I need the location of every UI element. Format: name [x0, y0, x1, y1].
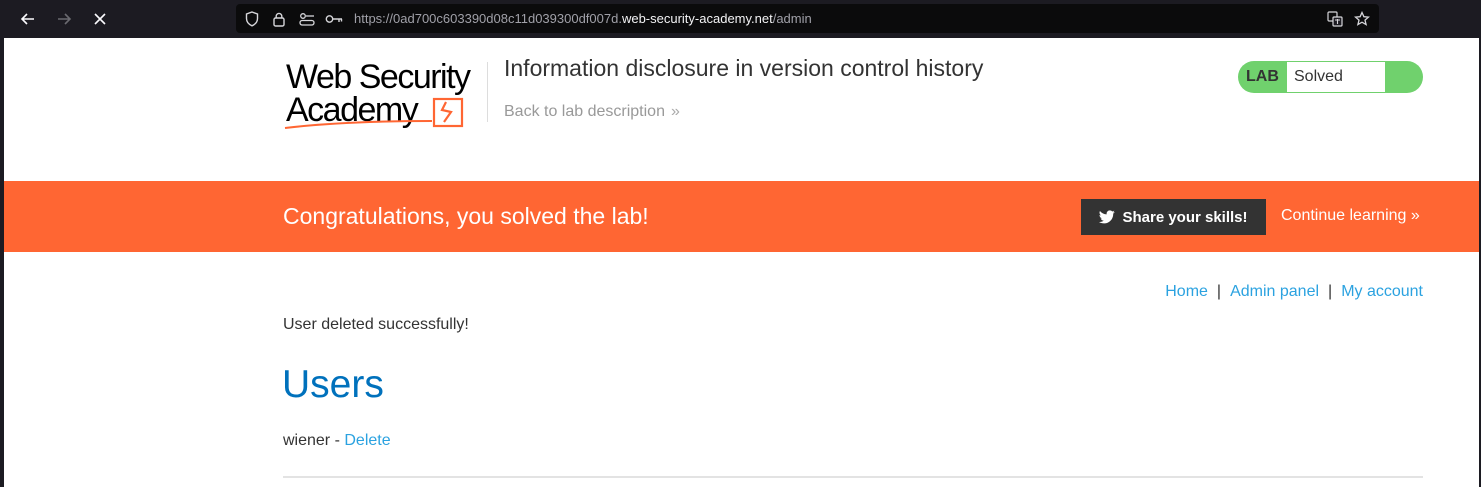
browser-toolbar: https://0ad700c603390d08c11d039300df007d… — [0, 0, 1481, 38]
share-button-label: Share your skills! — [1122, 208, 1248, 226]
lab-status-label: LAB — [1246, 68, 1279, 85]
user-deleted-notice: User deleted successfully! — [283, 316, 469, 333]
congratulations-message: Congratulations, you solved the lab! — [283, 203, 649, 229]
lab-status-value-box: Solved — [1287, 62, 1385, 92]
double-chevron-right-icon: » — [1410, 207, 1420, 224]
account-nav: Home | Admin panel | My account — [1165, 283, 1423, 301]
back-to-lab-description-link[interactable]: Back to lab description » — [504, 103, 680, 121]
stop-loading-icon[interactable] — [89, 8, 111, 30]
permissions-icon[interactable] — [298, 10, 316, 28]
shield-icon[interactable] — [243, 10, 261, 28]
window-edge-left — [0, 38, 4, 487]
solved-banner: Congratulations, you solved the lab! Sha… — [4, 181, 1479, 252]
key-icon[interactable] — [325, 10, 343, 28]
nav-separator: | — [1216, 283, 1222, 300]
user-separator: - — [330, 432, 345, 449]
nav-home-link[interactable]: Home — [1165, 283, 1208, 300]
double-chevron-right-icon: » — [670, 103, 680, 120]
back-arrow-icon[interactable] — [17, 8, 39, 30]
nav-admin-panel-link[interactable]: Admin panel — [1230, 283, 1319, 300]
web-security-academy-logo[interactable]: Web Security Academy — [284, 57, 484, 133]
username: wiener — [283, 432, 331, 449]
forward-arrow-icon[interactable] — [53, 8, 75, 30]
back-link-label: Back to lab description — [504, 103, 665, 120]
lab-status-badge: LAB Solved — [1238, 61, 1423, 93]
twitter-icon — [1099, 210, 1116, 224]
content-divider — [283, 476, 1423, 478]
nav-my-account-link[interactable]: My account — [1341, 283, 1423, 300]
bookmark-star-icon[interactable] — [1353, 10, 1371, 28]
header-divider — [487, 62, 488, 122]
url-text[interactable]: https://0ad700c603390d08c11d039300df007d… — [354, 11, 812, 26]
nav-separator: | — [1328, 283, 1333, 300]
lab-title: Information disclosure in version contro… — [504, 55, 984, 81]
lock-icon[interactable] — [270, 10, 288, 28]
logo-swoosh-icon — [284, 97, 464, 129]
lab-status-value: Solved — [1294, 68, 1343, 85]
share-skills-button[interactable]: Share your skills! — [1081, 199, 1266, 235]
users-heading: Users — [282, 363, 384, 406]
translate-icon[interactable] — [1326, 10, 1344, 28]
user-list-item: wiener - Delete — [283, 432, 391, 450]
address-bar[interactable]: https://0ad700c603390d08c11d039300df007d… — [236, 4, 1379, 33]
continue-learning-label: Continue learning — [1281, 207, 1407, 224]
continue-learning-link[interactable]: Continue learning » — [1281, 207, 1420, 225]
delete-user-link[interactable]: Delete — [344, 432, 390, 449]
